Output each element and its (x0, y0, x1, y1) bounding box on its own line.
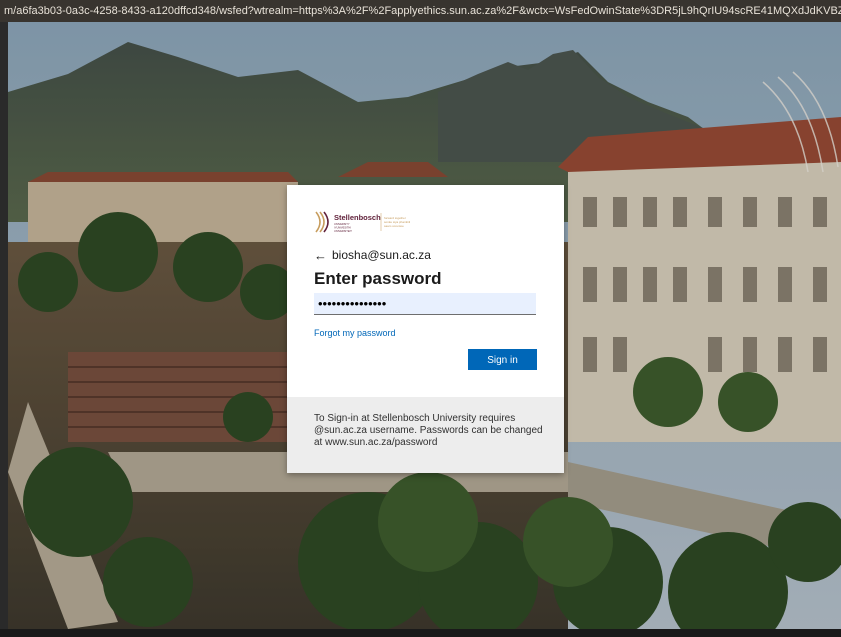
account-row: ← biosha@sun.ac.za (314, 247, 431, 263)
logo-sub1: UNIVERSITY (334, 222, 350, 226)
account-email: biosha@sun.ac.za (332, 248, 431, 262)
footer-text: To Sign-in at Stellenbosch University re… (314, 413, 543, 448)
address-bar[interactable]: m/a6fa3b03-0a3c-4258-8433-a120dffcd348/w… (0, 0, 841, 22)
sign-in-button[interactable]: Sign in (468, 349, 537, 370)
forgot-password-link[interactable]: Forgot my password (314, 328, 396, 338)
signin-footer: To Sign-in at Stellenbosch University re… (287, 397, 564, 473)
logo-sub2: IYUNIVESITHI (334, 226, 351, 230)
logo-tagline3: saam vorentoe (384, 224, 404, 228)
logo-sub3: UNIVERSITEIT (334, 229, 352, 233)
bottom-edge (0, 629, 841, 637)
logo-mark-icon (315, 211, 329, 233)
signin-card: Stellenbosch UNIVERSITY IYUNIVESITHI UNI… (287, 185, 564, 473)
password-input[interactable] (314, 293, 536, 315)
stellenbosch-logo: Stellenbosch UNIVERSITY IYUNIVESITHI UNI… (315, 211, 411, 233)
logo-name: Stellenbosch (334, 213, 381, 222)
window-edge (0, 22, 8, 629)
page-title: Enter password (314, 269, 442, 288)
signin-panel: Stellenbosch UNIVERSITY IYUNIVESITHI UNI… (287, 185, 564, 397)
back-arrow-icon[interactable]: ← (314, 248, 327, 263)
